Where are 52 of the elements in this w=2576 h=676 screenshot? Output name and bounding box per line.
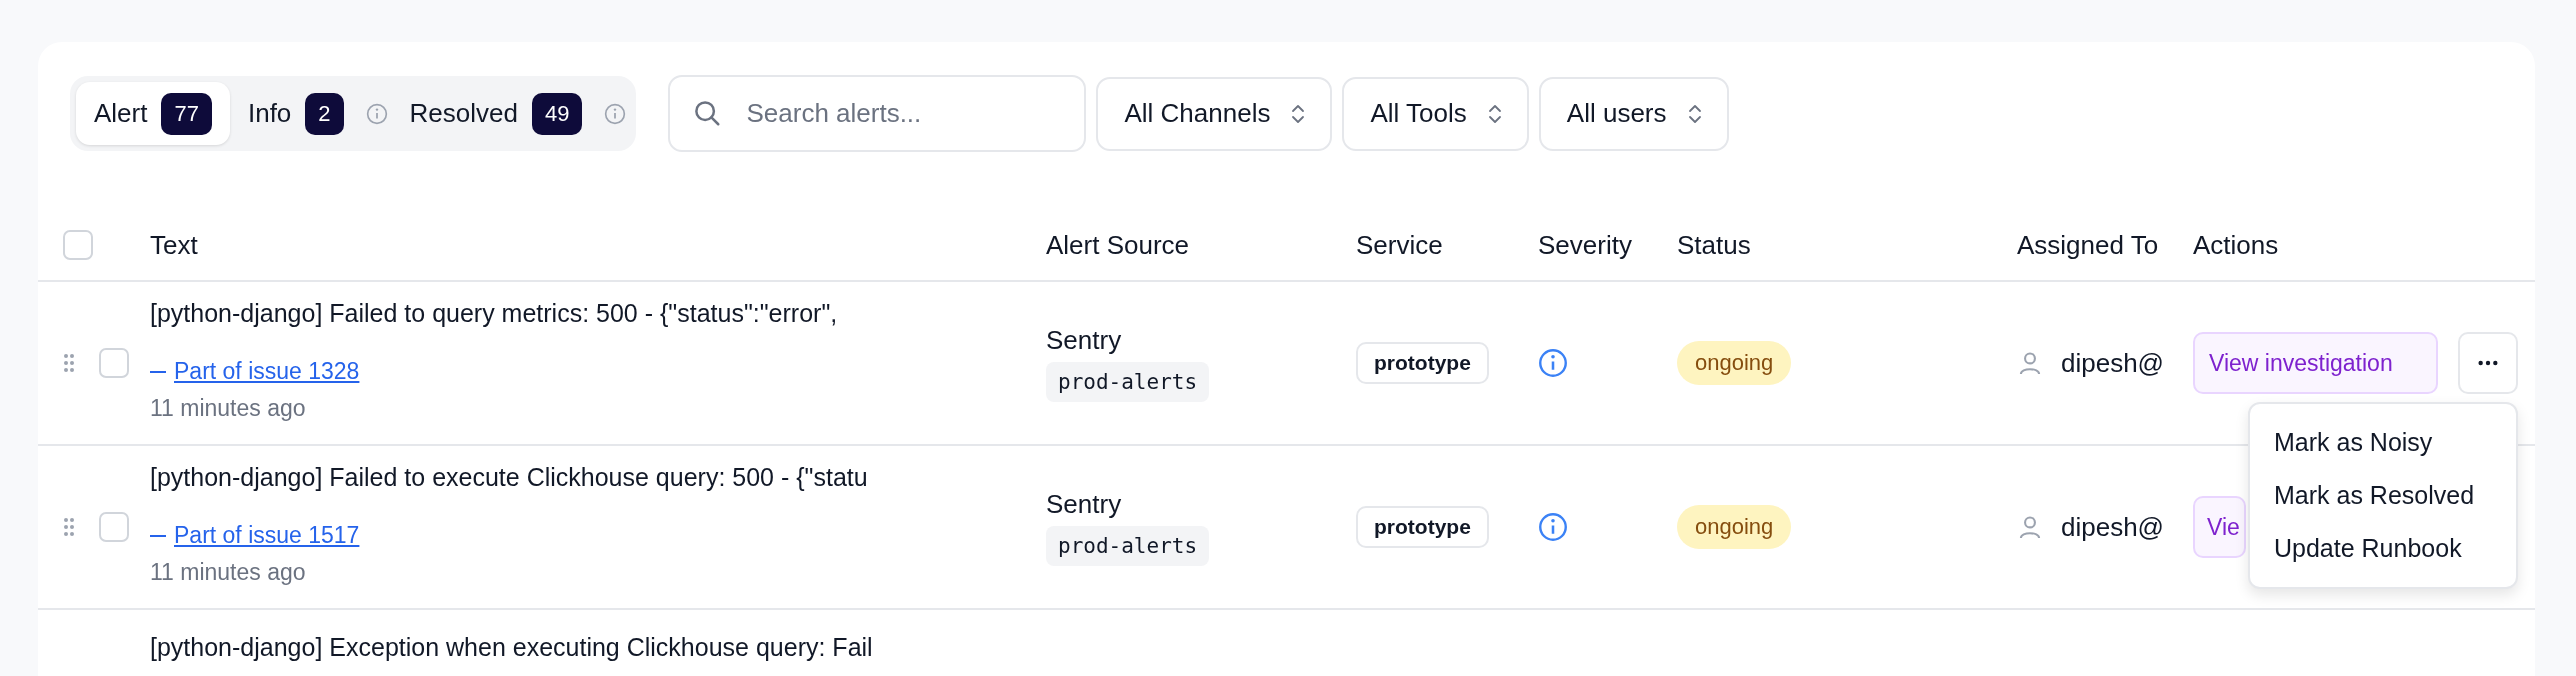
view-investigation-button[interactable]: View investigation: [2193, 332, 2438, 394]
drag-handle-icon[interactable]: [63, 517, 75, 537]
column-header: Service: [1356, 229, 1444, 261]
status-badge: ongoing: [1677, 341, 1792, 385]
user-icon: [2017, 514, 2043, 540]
alert-text: [python-django] Failed to query metrics: 500 - {"status":"error",: [150, 298, 839, 328]
info-icon[interactable]: [365, 102, 388, 125]
issue-link[interactable]: Part of issue 1328: [174, 358, 360, 385]
service-tag: prototype: [1356, 506, 1489, 548]
count-badge: 2: [305, 92, 344, 135]
status-badge: ongoing: [1677, 505, 1792, 549]
service-tag: prototype: [1356, 342, 1489, 384]
search-field[interactable]: Search alerts...: [668, 75, 1087, 152]
issue-link[interactable]: Part of issue 1517: [174, 522, 360, 549]
timestamp: 11 minutes ago: [150, 559, 307, 586]
channel-tag: prod-alerts: [1046, 525, 1210, 566]
filter-select[interactable]: All users: [1538, 76, 1729, 151]
count-badge: 77: [161, 92, 212, 135]
column-header: Assigned To: [2017, 229, 2160, 261]
checkbox[interactable]: [99, 348, 129, 378]
more-icon: [2477, 359, 2499, 367]
timestamp: 11 minutes ago: [150, 395, 307, 422]
alert-source: Sentry: [1046, 324, 1122, 356]
alert-text: [python-django] Exception when executing Clickhouse query: Fail: [150, 632, 874, 662]
filter-select[interactable]: All Channels: [1096, 76, 1333, 151]
checkbox[interactable]: [99, 512, 129, 542]
channel-tag: prod-alerts: [1046, 361, 1210, 402]
alert-source: Sentry: [1046, 488, 1122, 520]
more-button[interactable]: [2458, 332, 2518, 394]
tab[interactable]: Alert 77: [76, 82, 230, 145]
view-investigation-button[interactable]: Vie: [2193, 496, 2246, 558]
count-badge: 49: [532, 92, 583, 135]
info-icon[interactable]: [604, 102, 627, 125]
column-header: Status: [1677, 229, 1752, 261]
info-icon[interactable]: [1538, 348, 1568, 378]
assignee-name: dipesh@: [2061, 511, 2164, 543]
alert-text: [python-django] Failed to execute Clickhouse query: 500 - {"statu: [150, 462, 869, 492]
user-icon: [2017, 350, 2043, 376]
column-header: Actions: [2193, 229, 2280, 261]
drag-handle-icon[interactable]: [63, 353, 75, 373]
checkbox[interactable]: [63, 230, 93, 260]
tab[interactable]: Resolved 49: [391, 82, 601, 145]
menu-item[interactable]: Mark as Resolved: [2250, 469, 2516, 522]
column-header: Severity: [1538, 229, 1633, 261]
filter-select[interactable]: All Tools: [1342, 76, 1529, 151]
tab[interactable]: Info 2: [229, 82, 362, 145]
assignee-name: dipesh@: [2061, 347, 2164, 379]
menu-item[interactable]: Update Runbook: [2250, 522, 2516, 575]
column-header: Alert Source: [1046, 229, 1191, 261]
info-icon[interactable]: [1538, 512, 1568, 542]
column-header: Text: [150, 229, 199, 261]
menu-item[interactable]: Mark as Noisy: [2250, 416, 2516, 469]
